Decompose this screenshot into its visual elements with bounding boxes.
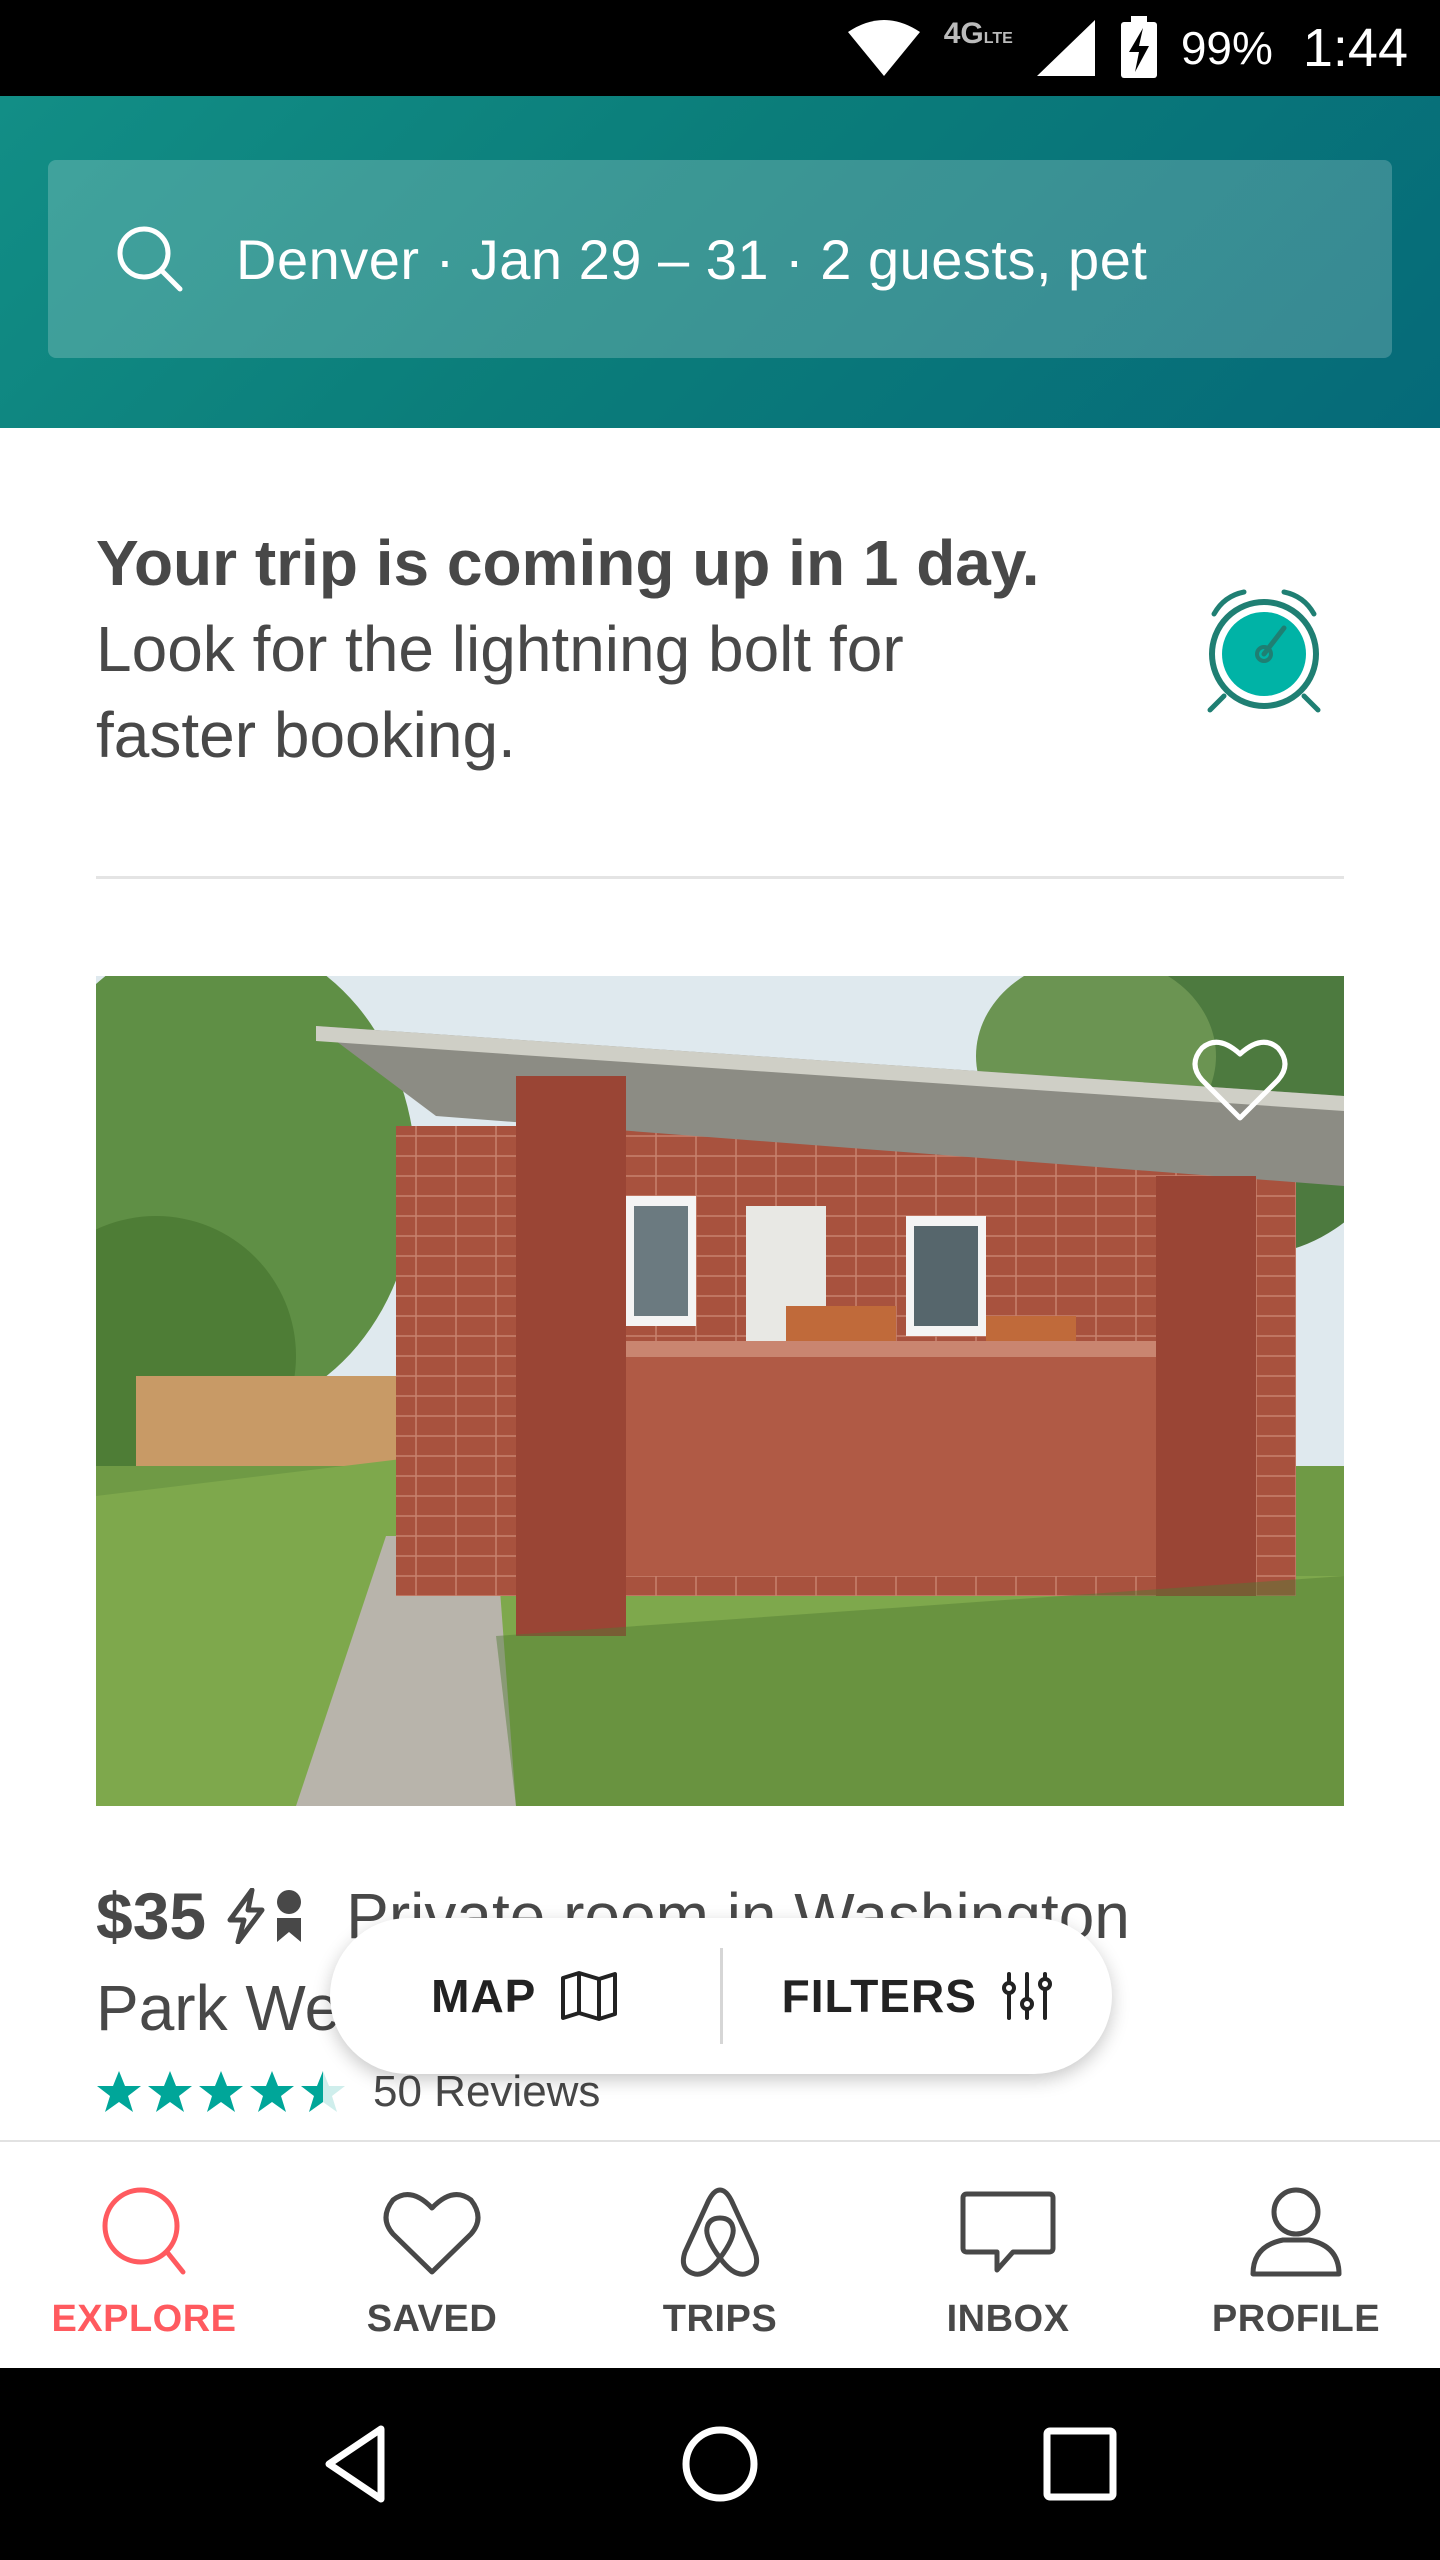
header: Denver · Jan 29 – 31 · 2 guests, pet (0, 96, 1440, 428)
system-nav-bar (0, 2368, 1440, 2560)
nav-saved[interactable]: SAVED (288, 2142, 576, 2368)
back-icon[interactable] (315, 2419, 405, 2509)
banner-title: Your trip is coming up in 1 day. (96, 527, 1040, 599)
person-icon (1250, 2187, 1342, 2277)
network-type: 4GLTE (943, 17, 1013, 50)
chat-bubble-icon (960, 2191, 1056, 2273)
nav-explore[interactable]: EXPLORE (0, 2142, 288, 2368)
bottom-nav: EXPLORE SAVED TRIPS INBOX PROFILE (0, 2140, 1440, 2368)
review-count: 50 Reviews (373, 2067, 601, 2116)
listing-price: $35 (96, 1879, 207, 1953)
airbnb-logo-icon (680, 2187, 760, 2277)
save-heart-icon[interactable] (1190, 1034, 1290, 1124)
signal-icon (1036, 20, 1095, 76)
filters-sliders-icon (1001, 1972, 1052, 2020)
search-summary: Denver · Jan 29 – 31 · 2 guests, pet (236, 227, 1148, 291)
battery-charging-icon (1120, 16, 1157, 78)
filters-label: FILTERS (781, 1970, 977, 2022)
status-bar: 4GLTE 99% 1:44 (0, 0, 1440, 96)
battery-level: 99% (1180, 22, 1273, 74)
nav-profile[interactable]: PROFILE (1152, 2142, 1440, 2368)
nav-label: PROFILE (1211, 2298, 1381, 2340)
nav-label: SAVED (366, 2298, 498, 2340)
star-icon (250, 2071, 294, 2112)
filters-button[interactable]: FILTERS (723, 1969, 1113, 2023)
search-icon (102, 2187, 186, 2275)
search-bar[interactable]: Denver · Jan 29 – 31 · 2 guests, pet (48, 160, 1392, 358)
nav-inbox[interactable]: INBOX (864, 2142, 1152, 2368)
map-button[interactable]: MAP (330, 1969, 720, 2023)
listing-photo[interactable] (96, 976, 1344, 1806)
divider (96, 876, 1344, 879)
half-star-icon (301, 2071, 345, 2112)
alarm-clock-icon (1207, 589, 1321, 713)
trip-banner: Your trip is coming up in 1 day. Look fo… (96, 520, 1156, 778)
nav-label: TRIPS (662, 2298, 778, 2340)
banner-subtitle-line1: Look for the lightning bolt for (96, 613, 904, 685)
clock: 1:44 (1302, 18, 1408, 78)
nav-trips[interactable]: TRIPS (576, 2142, 864, 2368)
heart-icon (383, 2192, 481, 2275)
map-filters-pill: MAP FILTERS (330, 1918, 1112, 2074)
star-icon (148, 2071, 192, 2112)
star-icon (97, 2071, 141, 2112)
home-icon[interactable] (675, 2419, 765, 2509)
recents-icon[interactable] (1035, 2419, 1125, 2509)
nav-label: INBOX (946, 2298, 1070, 2340)
nav-label: EXPLORE (51, 2298, 237, 2340)
superhost-badge-icon (277, 1890, 302, 1942)
map-label: MAP (431, 1970, 537, 2022)
search-icon (117, 226, 183, 292)
instant-book-bolt-icon (227, 1888, 265, 1944)
map-icon (561, 1971, 618, 2021)
star-icon (199, 2071, 243, 2112)
banner-subtitle-line2: faster booking. (96, 699, 516, 771)
wifi-icon (847, 20, 920, 76)
house-photo-illustration (96, 976, 1344, 1806)
